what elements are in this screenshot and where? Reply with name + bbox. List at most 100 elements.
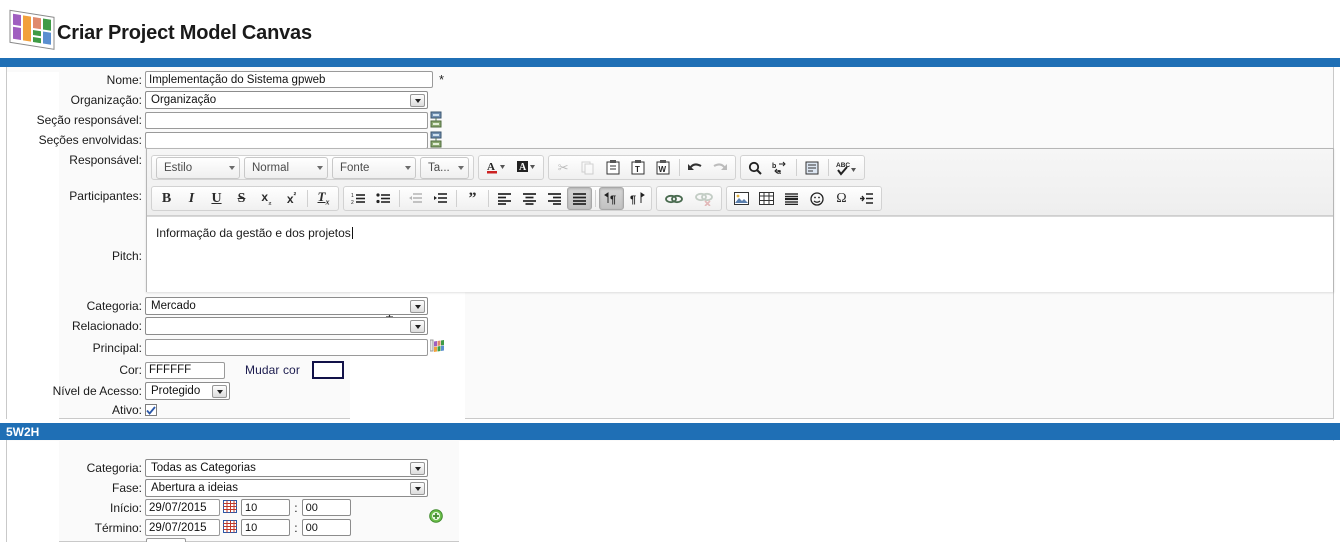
editor-toolbar: Estilo Normal Fonte Ta... A A ✂ T W b a …	[147, 149, 1333, 216]
page-title: Criar Project Model Canvas	[57, 22, 312, 44]
label-responsavel: Responsável:	[69, 153, 142, 167]
chevron-down-icon[interactable]	[257, 501, 271, 514]
copy-icon[interactable]	[576, 156, 601, 179]
format-combo[interactable]: Normal	[244, 156, 328, 179]
remove-format-icon[interactable]: Tx	[311, 187, 336, 210]
image-icon[interactable]	[729, 187, 754, 210]
find-icon[interactable]	[743, 156, 768, 179]
relacionado-select[interactable]	[145, 317, 428, 335]
calendar-icon[interactable]	[223, 519, 237, 536]
bold-icon[interactable]: B	[154, 187, 179, 210]
replace-icon[interactable]: ba	[768, 156, 793, 179]
table-icon[interactable]	[754, 187, 779, 210]
svg-text:¶: ¶	[610, 194, 616, 205]
secoes-tree-picker-icon[interactable]	[429, 131, 443, 149]
size-combo[interactable]: Ta...	[420, 156, 469, 179]
underline-icon[interactable]: U	[204, 187, 229, 210]
smiley-icon[interactable]	[804, 187, 829, 210]
termino-hour-select[interactable]: 10	[241, 519, 291, 536]
blockquote-icon[interactable]: ”	[460, 187, 485, 210]
inicio-hour-select[interactable]: 10	[241, 499, 291, 516]
header-accent-bar	[0, 58, 1340, 67]
paste-text-icon[interactable]: T	[626, 156, 651, 179]
chevron-down-icon[interactable]	[410, 300, 425, 313]
add-row-button[interactable]	[429, 509, 443, 523]
editor-content-area[interactable]: Informação da gestão e dos projetos	[147, 216, 1333, 318]
color-swatch[interactable]	[311, 361, 344, 379]
chevron-down-icon[interactable]	[410, 94, 425, 107]
chevron-down-icon[interactable]	[410, 462, 425, 475]
unlink-icon[interactable]	[689, 187, 719, 210]
termino-minute-select[interactable]: 00	[301, 519, 351, 536]
chevron-down-icon[interactable]	[257, 521, 271, 534]
chevron-down-icon	[405, 165, 411, 170]
spellcheck-icon[interactable]: ABC	[832, 156, 862, 179]
mudar-cor-link[interactable]: Mudar cor	[245, 363, 300, 377]
5w2h-categoria-select[interactable]: Todas as Categorias	[145, 459, 428, 477]
label-pitch: Pitch:	[111, 249, 142, 263]
ativo-checkbox[interactable]	[145, 404, 157, 416]
secoes-envolvidas-input[interactable]	[145, 131, 428, 149]
secao-responsavel-input[interactable]	[145, 111, 428, 129]
partial-input-bottom[interactable]	[146, 538, 186, 542]
label-participantes: Participantes:	[69, 189, 142, 203]
nivel-acesso-select[interactable]: Protegido	[145, 382, 230, 400]
rtl-icon[interactable]: ¶	[624, 187, 649, 210]
superscript-icon[interactable]: x²	[279, 187, 304, 210]
outdent-icon[interactable]	[403, 187, 428, 210]
paste-word-icon[interactable]: W	[651, 156, 676, 179]
ltr-icon[interactable]: ¶	[599, 187, 624, 210]
cor-input[interactable]	[145, 361, 225, 379]
rich-text-editor[interactable]: Estilo Normal Fonte Ta... A A ✂ T W b a …	[146, 148, 1334, 318]
toolbar-separator	[595, 190, 596, 207]
paste-icon[interactable]	[601, 156, 626, 179]
bulleted-list-icon[interactable]	[371, 187, 396, 210]
principal-canvas-picker-icon[interactable]	[429, 339, 446, 356]
text-color-icon[interactable]: A	[481, 156, 511, 179]
principal-input[interactable]	[145, 339, 428, 356]
secao-tree-picker-icon[interactable]	[429, 111, 443, 129]
page-break-icon[interactable]	[854, 187, 879, 210]
indent-icon[interactable]	[428, 187, 453, 210]
chevron-down-icon[interactable]	[410, 320, 425, 333]
select-all-icon[interactable]	[800, 156, 825, 179]
strikethrough-icon[interactable]: S	[229, 187, 254, 210]
subscript-icon[interactable]: x₂	[254, 187, 279, 210]
align-right-icon[interactable]	[542, 187, 567, 210]
font-combo[interactable]: Fonte	[332, 156, 416, 179]
link-icon[interactable]	[659, 187, 689, 210]
editor-group-links	[656, 186, 722, 211]
style-combo[interactable]: Estilo	[156, 156, 240, 179]
field-row-categoria: Categoria: Mercado	[0, 297, 470, 315]
5w2h-fase-select[interactable]: Abertura a ideias	[145, 479, 428, 497]
editor-group-styles: Estilo Normal Fonte Ta...	[151, 155, 474, 180]
redo-icon[interactable]	[708, 156, 733, 179]
numbered-list-icon[interactable]: 12	[346, 187, 371, 210]
chevron-down-icon[interactable]	[410, 482, 425, 495]
align-left-icon[interactable]	[492, 187, 517, 210]
categoria-select[interactable]: Mercado	[145, 297, 428, 315]
editor-content-text: Informação da gestão e dos projetos	[156, 226, 351, 240]
background-color-icon[interactable]: A	[511, 156, 541, 179]
organizacao-select[interactable]: Organização	[145, 91, 428, 109]
inicio-minute-select[interactable]: 00	[301, 499, 351, 516]
style-combo-value: Estilo	[164, 161, 193, 174]
inicio-date-input[interactable]	[145, 499, 220, 516]
undo-icon[interactable]	[683, 156, 708, 179]
italic-icon[interactable]: I	[179, 187, 204, 210]
special-char-icon[interactable]: Ω	[829, 187, 854, 210]
label-principal: Principal:	[92, 340, 142, 355]
horizontal-rule-icon[interactable]	[779, 187, 804, 210]
termino-date-input[interactable]	[145, 519, 220, 536]
chevron-down-icon[interactable]	[318, 501, 332, 514]
align-center-icon[interactable]	[517, 187, 542, 210]
cut-icon[interactable]: ✂	[551, 156, 576, 179]
nome-input[interactable]	[145, 71, 433, 88]
chevron-down-icon[interactable]	[318, 521, 332, 534]
label-5w2h-fase: Fase:	[111, 481, 142, 495]
field-row-5w2h-categoria: Categoria: Todas as Categorias	[0, 459, 470, 477]
calendar-icon[interactable]	[223, 499, 237, 516]
toolbar-separator	[456, 190, 457, 207]
justify-icon[interactable]	[567, 187, 592, 210]
chevron-down-icon[interactable]	[212, 385, 227, 398]
